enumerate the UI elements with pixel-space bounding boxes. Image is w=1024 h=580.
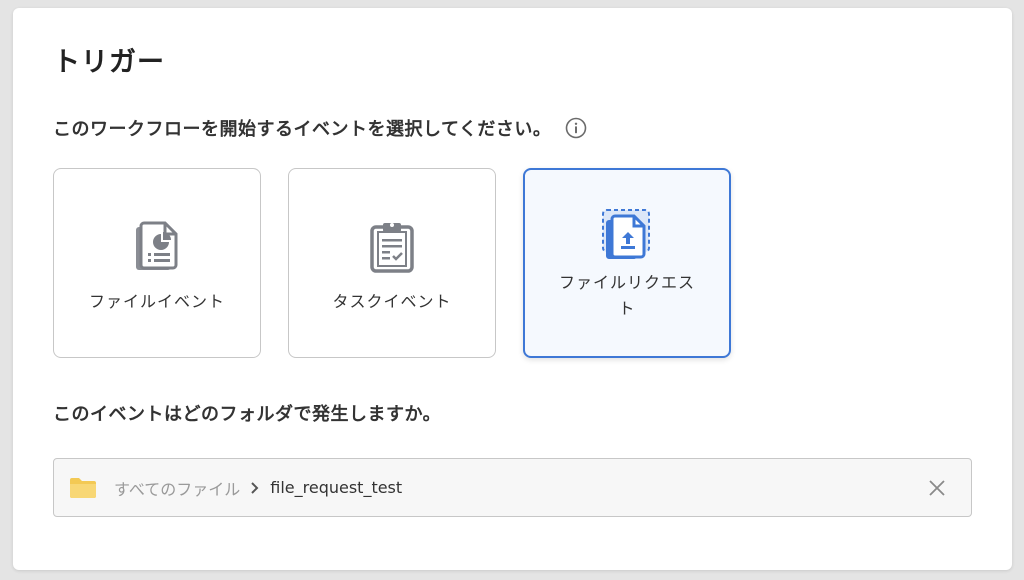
page-title: トリガー — [53, 47, 165, 78]
folder-picker[interactable]: すべてのファイル file_request_test — [53, 458, 972, 517]
file-upload-icon — [602, 209, 650, 259]
option-file-event[interactable]: ファイルイベント — [53, 168, 261, 358]
option-file-request[interactable]: ファイルリクエスト — [523, 168, 731, 358]
clipboard-check-icon — [370, 223, 414, 273]
event-prompt: このワークフローを開始するイベントを選択してください。 — [53, 119, 552, 140]
info-icon[interactable] — [565, 117, 587, 139]
trigger-panel: トリガー このワークフローを開始するイベントを選択してください。 ファイルイベン… — [13, 8, 1012, 570]
option-label: ファイルイベント — [88, 292, 225, 311]
breadcrumb-root[interactable]: すべてのファイル — [114, 476, 240, 500]
event-options: ファイルイベント タスクイベント ファイルリクエスト — [53, 168, 731, 358]
folder-question: このイベントはどのフォルダで発生しますか。 — [53, 404, 442, 425]
option-label: タスクイベント — [332, 292, 452, 311]
option-task-event[interactable]: タスクイベント — [288, 168, 496, 358]
prompt-row: このワークフローを開始するイベントを選択してください。 — [53, 114, 587, 142]
chevron-right-icon — [251, 481, 259, 494]
close-icon[interactable] — [927, 478, 947, 498]
breadcrumb-current: file_request_test — [270, 478, 403, 497]
file-chart-icon — [136, 221, 178, 270]
folder-icon — [70, 477, 96, 498]
option-label: ファイルリクエスト — [558, 273, 695, 318]
